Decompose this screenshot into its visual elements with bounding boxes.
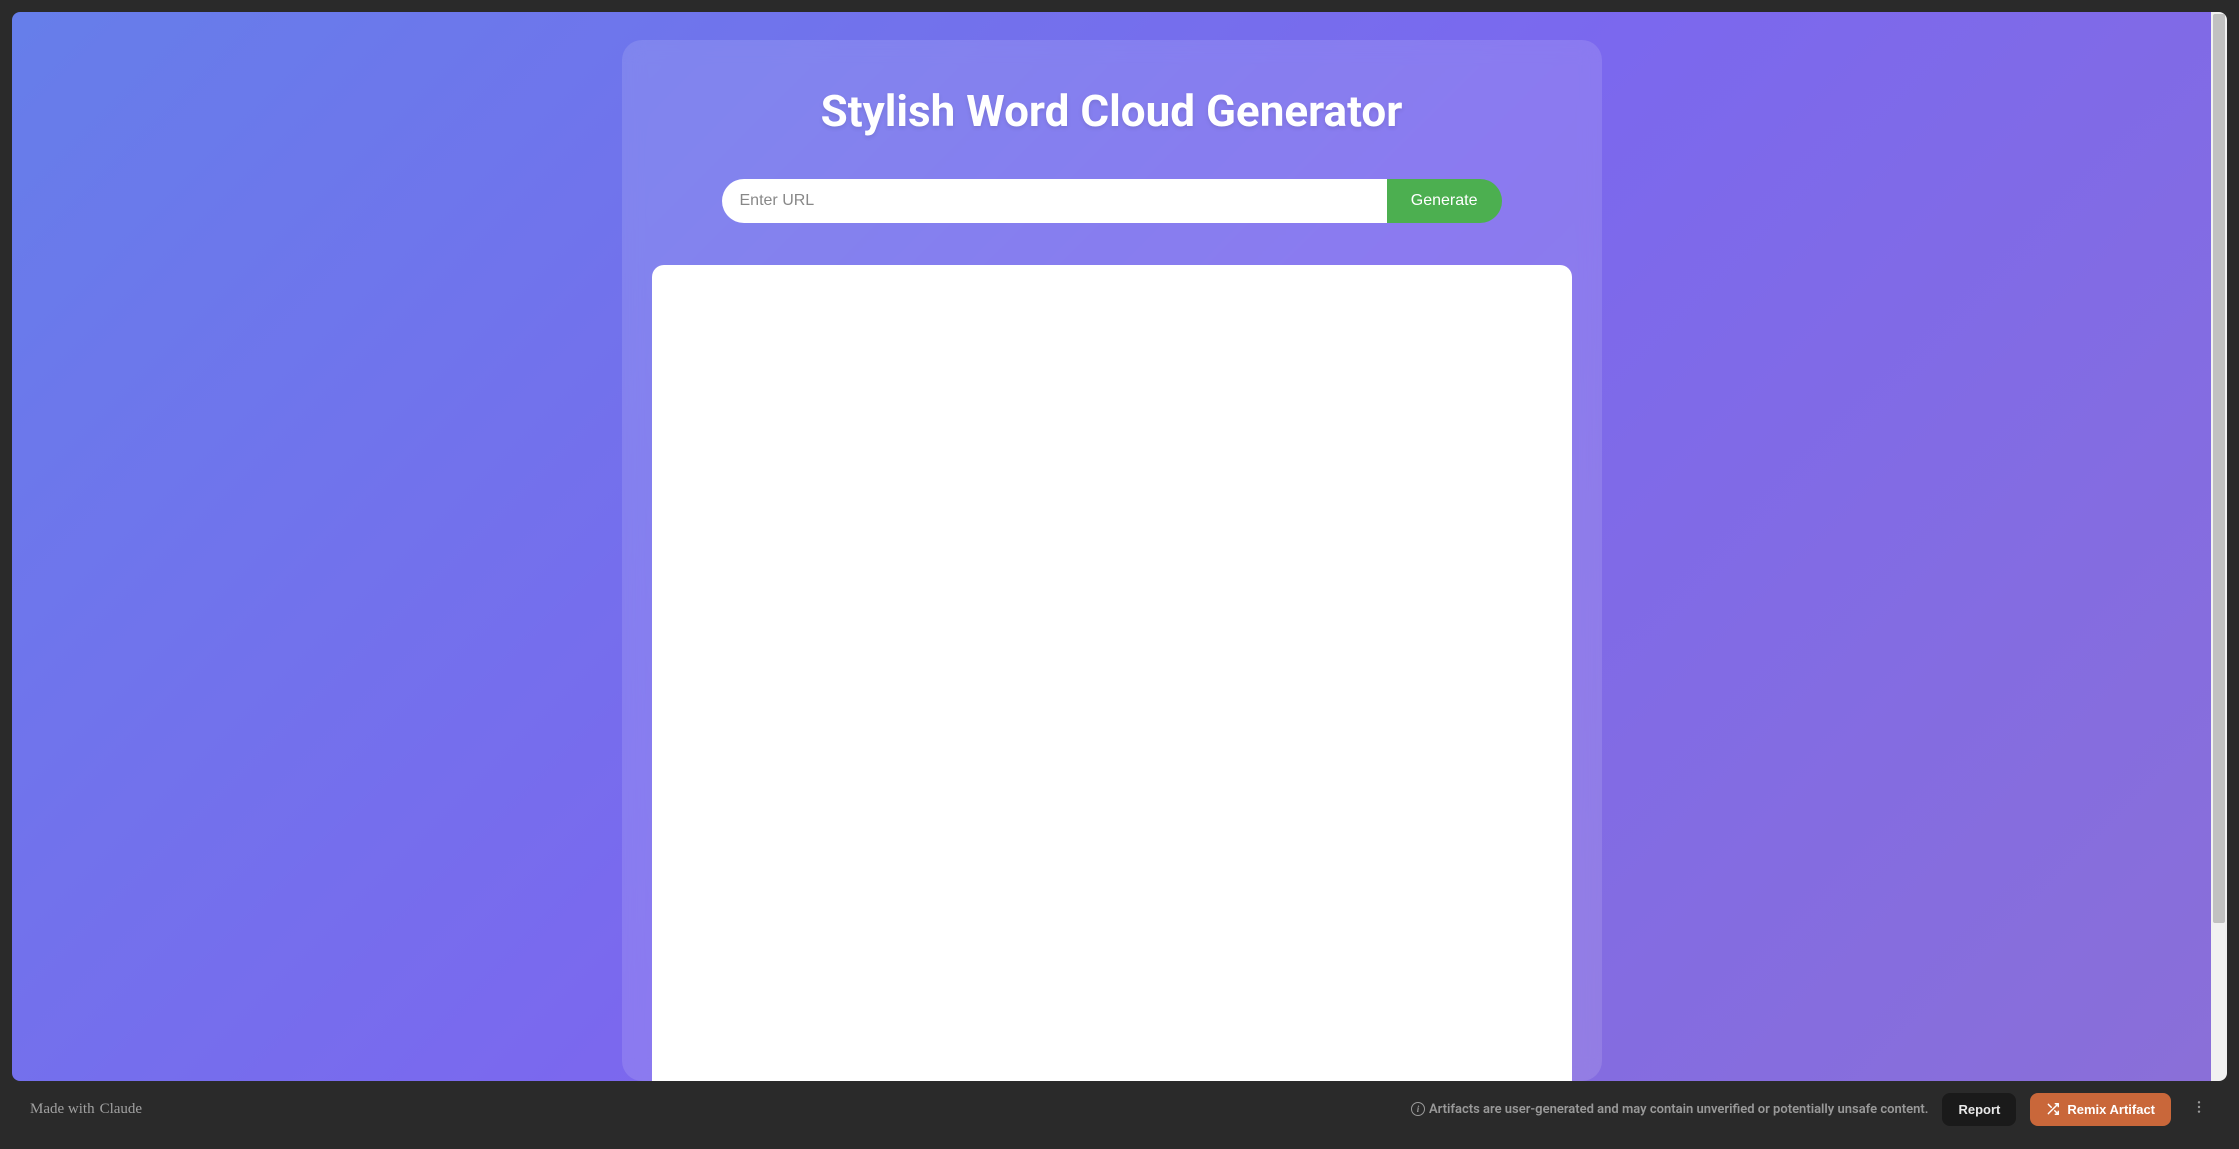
footer-actions: i Artifacts are user-generated and may c… (1411, 1093, 2213, 1126)
generate-button[interactable]: Generate (1387, 179, 1502, 223)
footer-branding[interactable]: Made with Claude (30, 1101, 142, 1118)
scrollbar-track[interactable]: ▲ (2211, 12, 2227, 1081)
word-cloud-canvas (652, 265, 1572, 1081)
brand-name: Claude (100, 1101, 143, 1118)
scrollbar-thumb[interactable] (2213, 14, 2225, 923)
main-card: Stylish Word Cloud Generator Generate (622, 40, 1602, 1081)
shuffle-icon (2046, 1102, 2060, 1116)
report-button[interactable]: Report (1942, 1093, 2016, 1126)
disclaimer-group: i Artifacts are user-generated and may c… (1411, 1102, 1929, 1117)
viewport-container: Stylish Word Cloud Generator Generate ▲ (12, 12, 2227, 1081)
app-background: Stylish Word Cloud Generator Generate (12, 12, 2211, 1081)
url-input[interactable] (722, 179, 1387, 223)
more-options-button[interactable] (2185, 1093, 2213, 1126)
more-vertical-icon (2191, 1099, 2207, 1120)
disclaimer-text: Artifacts are user-generated and may con… (1429, 1102, 1929, 1117)
made-with-label: Made with (30, 1101, 95, 1118)
outer-frame: Stylish Word Cloud Generator Generate ▲ … (0, 0, 2239, 1149)
remix-label: Remix Artifact (2067, 1102, 2155, 1117)
input-row: Generate (722, 179, 1502, 223)
remix-button[interactable]: Remix Artifact (2030, 1093, 2171, 1126)
info-icon: i (1411, 1102, 1425, 1116)
page-title: Stylish Word Cloud Generator (821, 85, 1403, 137)
footer-bar: Made with Claude i Artifacts are user-ge… (12, 1081, 2227, 1137)
